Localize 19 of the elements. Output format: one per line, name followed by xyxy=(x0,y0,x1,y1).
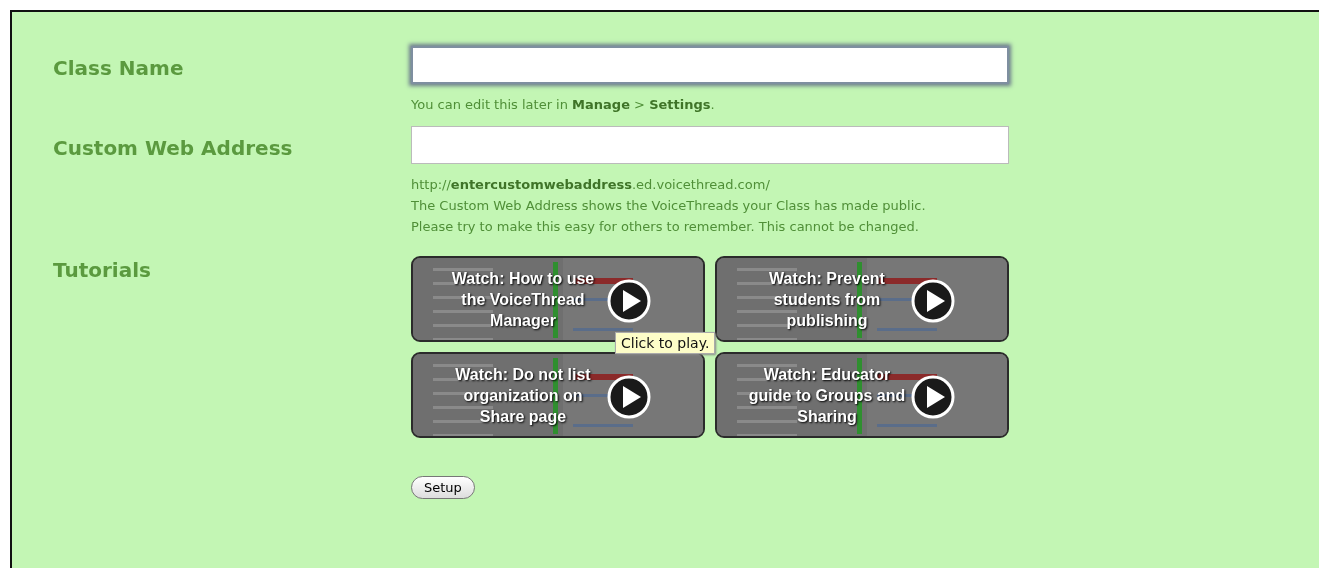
setup-button[interactable]: Setup xyxy=(411,476,475,499)
play-icon[interactable] xyxy=(911,279,955,323)
play-icon[interactable] xyxy=(911,375,955,419)
text-field[interactable] xyxy=(411,46,1009,84)
field-label: Custom Web Address xyxy=(53,135,294,162)
section-label: Tutorials xyxy=(53,257,152,284)
tooltip: Click to play. xyxy=(615,332,716,354)
help-text: Please try to make this easy for others to remember. This cannot be changed. xyxy=(411,219,920,234)
help-text: http://entercustomwebaddress.ed.voicethread.com/ xyxy=(411,177,771,192)
text-field[interactable] xyxy=(411,126,1009,164)
play-icon[interactable] xyxy=(607,279,651,323)
video-thumbnail[interactable]: Watch: Educator guide to Groups and Sharing xyxy=(715,352,1009,438)
help-text: You can edit this later in Manage > Settings. xyxy=(411,97,716,112)
video-title: Watch: Educator guide to Groups and Sharing xyxy=(747,364,907,427)
video-thumbnail[interactable]: Watch: Prevent students from publishing xyxy=(715,256,1009,342)
help-text: The Custom Web Address shows the VoiceThreads your Class has made public. xyxy=(411,198,927,213)
play-icon[interactable] xyxy=(607,375,651,419)
video-title: Watch: Prevent students from publishing xyxy=(768,268,886,331)
field-label: Class Name xyxy=(53,55,185,82)
